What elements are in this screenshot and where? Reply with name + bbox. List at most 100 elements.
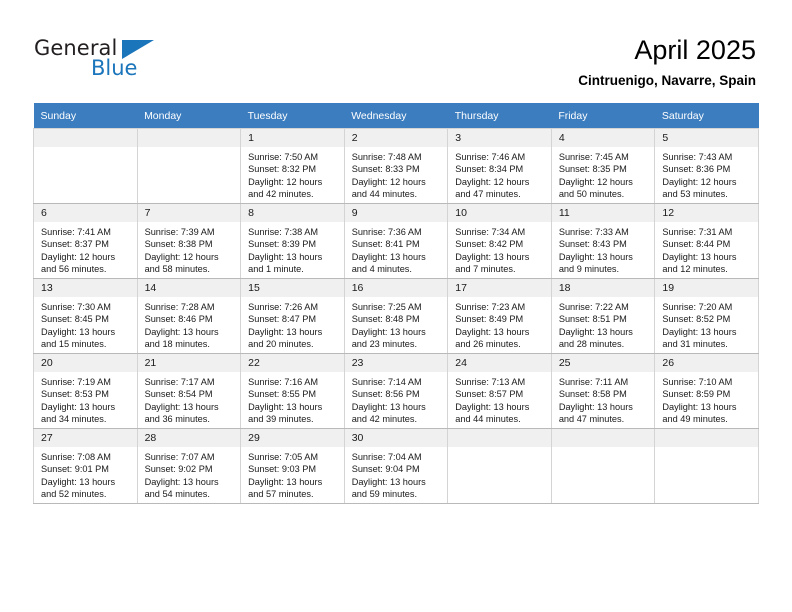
daylight-text-line1: Daylight: 13 hours [248, 326, 323, 337]
calendar-day-cell[interactable]: 19 Sunrise: 7:20 AM Sunset: 8:52 PM Dayligh… [654, 278, 759, 354]
day-number: 6 [34, 204, 137, 222]
daylight-text-line2: and 44 minutes. [455, 414, 521, 425]
calendar-day-cell-empty [136, 128, 242, 204]
day-details: Sunrise: 7:26 AM Sunset: 8:47 PM Daylight:… [241, 297, 344, 351]
calendar-day-cell[interactable]: 10 Sunrise: 7:34 AM Sunset: 8:42 PM Dayligh… [447, 203, 552, 279]
calendar-day-cell[interactable]: 7 Sunrise: 7:39 AM Sunset: 8:38 PM Daylight… [136, 203, 242, 279]
calendar-day-cell[interactable]: 13 Sunrise: 7:30 AM Sunset: 8:45 PM Dayligh… [33, 278, 138, 354]
sunset-text: Sunset: 9:03 PM [248, 464, 317, 475]
daylight-text-line2: and 23 minutes. [351, 339, 418, 350]
calendar-day-cell[interactable]: 1 Sunrise: 7:50 AM Sunset: 8:32 PM Daylight… [240, 128, 345, 204]
day-details: Sunrise: 7:17 AM Sunset: 8:54 PM Daylight:… [138, 372, 241, 426]
day-details: Sunrise: 7:46 AM Sunset: 8:34 PM Daylight:… [448, 147, 551, 201]
general-blue-logo[interactable]: General Blue [34, 38, 154, 84]
sunrise-text: Sunrise: 7:17 AM [144, 377, 215, 387]
calendar-day-cell[interactable]: 12 Sunrise: 7:31 AM Sunset: 8:44 PM Dayligh… [654, 203, 759, 279]
sunset-text: Sunset: 8:44 PM [662, 239, 731, 250]
calendar-day-cell[interactable]: 18 Sunrise: 7:22 AM Sunset: 8:51 PM Dayligh… [550, 278, 656, 354]
calendar-day-cell[interactable]: 26 Sunrise: 7:10 AM Sunset: 8:59 PM Dayligh… [654, 353, 759, 429]
day-number: 18 [551, 279, 655, 297]
day-number: 9 [344, 204, 448, 222]
calendar-day-cell[interactable]: 28 Sunrise: 7:07 AM Sunset: 9:02 PM Dayligh… [136, 428, 242, 504]
calendar-day-cell[interactable]: 24 Sunrise: 7:13 AM Sunset: 8:57 PM Dayligh… [447, 353, 552, 429]
calendar-day-cell[interactable]: 21 Sunrise: 7:17 AM Sunset: 8:54 PM Dayligh… [136, 353, 242, 429]
daylight-text-line1: Daylight: 12 hours [248, 176, 323, 187]
daylight-text-line2: and 34 minutes. [41, 414, 107, 425]
weekday-header-tuesday: Tuesday [240, 103, 345, 129]
calendar-day-cell[interactable]: 4 Sunrise: 7:45 AM Sunset: 8:35 PM Daylight… [550, 128, 656, 204]
daylight-text-line2: and 50 minutes. [558, 189, 625, 200]
calendar-body: 1 Sunrise: 7:50 AM Sunset: 8:32 PM Daylight… [33, 128, 759, 504]
daylight-text-line2: and 58 minutes. [144, 264, 210, 275]
calendar-day-cell[interactable]: 30 Sunrise: 7:04 AM Sunset: 9:04 PM Dayligh… [343, 428, 449, 504]
sunset-text: Sunset: 8:59 PM [662, 389, 731, 400]
calendar-day-cell[interactable]: 17 Sunrise: 7:23 AM Sunset: 8:49 PM Dayligh… [447, 278, 552, 354]
calendar-day-cell[interactable]: 20 Sunrise: 7:19 AM Sunset: 8:53 PM Dayligh… [33, 353, 138, 429]
calendar-day-cell[interactable]: 22 Sunrise: 7:16 AM Sunset: 8:55 PM Dayligh… [240, 353, 345, 429]
daylight-text-line1: Daylight: 13 hours [144, 401, 219, 412]
weekday-header-monday: Monday [137, 103, 241, 129]
daylight-text-line1: Daylight: 12 hours [144, 251, 219, 262]
daylight-text-line2: and 7 minutes. [455, 264, 516, 275]
calendar-day-cell[interactable]: 29 Sunrise: 7:05 AM Sunset: 9:03 PM Dayligh… [240, 428, 345, 504]
calendar-day-cell[interactable]: 11 Sunrise: 7:33 AM Sunset: 8:43 PM Dayligh… [550, 203, 656, 279]
logo-text-blue: Blue [91, 56, 138, 80]
sunrise-text: Sunrise: 7:11 AM [558, 377, 629, 387]
sunrise-text: Sunrise: 7:19 AM [41, 377, 111, 387]
calendar-day-cell[interactable]: 23 Sunrise: 7:14 AM Sunset: 8:56 PM Dayligh… [343, 353, 449, 429]
calendar-day-cell[interactable]: 16 Sunrise: 7:25 AM Sunset: 8:48 PM Dayligh… [343, 278, 449, 354]
day-details: Sunrise: 7:28 AM Sunset: 8:46 PM Daylight:… [138, 297, 241, 351]
daylight-text-line1: Daylight: 13 hours [558, 326, 633, 337]
day-details: Sunrise: 7:23 AM Sunset: 8:49 PM Daylight:… [448, 297, 551, 351]
day-number: 3 [448, 129, 551, 147]
day-number: 1 [241, 129, 344, 147]
day-number: 27 [34, 429, 137, 447]
day-details: Sunrise: 7:16 AM Sunset: 8:55 PM Daylight:… [241, 372, 344, 426]
calendar-day-cell[interactable]: 9 Sunrise: 7:36 AM Sunset: 8:41 PM Daylight… [343, 203, 449, 279]
calendar-day-cell[interactable]: 8 Sunrise: 7:38 AM Sunset: 8:39 PM Daylight… [240, 203, 345, 279]
sunset-text: Sunset: 8:37 PM [41, 239, 109, 250]
calendar-day-cell-empty [33, 128, 138, 204]
calendar-day-cell[interactable]: 6 Sunrise: 7:41 AM Sunset: 8:37 PM Daylight… [33, 203, 138, 279]
day-details: Sunrise: 7:13 AM Sunset: 8:57 PM Daylight:… [448, 372, 551, 426]
calendar-day-cell-empty [550, 428, 656, 504]
calendar-day-cell[interactable]: 2 Sunrise: 7:48 AM Sunset: 8:33 PM Daylight… [343, 128, 449, 204]
day-number [448, 429, 551, 447]
sunrise-text: Sunrise: 7:38 AM [248, 227, 319, 237]
page-title: April 2025 [634, 35, 756, 65]
calendar-day-cell[interactable]: 25 Sunrise: 7:11 AM Sunset: 8:58 PM Dayligh… [550, 353, 656, 429]
calendar-day-cell[interactable]: 15 Sunrise: 7:26 AM Sunset: 8:47 PM Dayligh… [240, 278, 345, 354]
sunset-text: Sunset: 8:41 PM [351, 239, 420, 250]
daylight-text-line2: and 52 minutes. [41, 489, 107, 500]
calendar-day-cell[interactable]: 27 Sunrise: 7:08 AM Sunset: 9:01 PM Dayligh… [33, 428, 138, 504]
daylight-text-line1: Daylight: 13 hours [351, 326, 426, 337]
daylight-text-line1: Daylight: 12 hours [662, 176, 737, 187]
daylight-text-line1: Daylight: 12 hours [558, 176, 633, 187]
sunrise-text: Sunrise: 7:33 AM [558, 227, 629, 237]
daylight-text-line2: and 12 minutes. [662, 264, 728, 275]
daylight-text-line1: Daylight: 13 hours [351, 476, 426, 487]
day-number: 10 [448, 204, 551, 222]
daylight-text-line2: and 47 minutes. [558, 414, 625, 425]
sunset-text: Sunset: 8:57 PM [455, 389, 524, 400]
sunrise-text: Sunrise: 7:13 AM [455, 377, 526, 387]
daylight-text-line2: and 31 minutes. [662, 339, 728, 350]
daylight-text-line1: Daylight: 12 hours [41, 251, 116, 262]
day-number: 13 [34, 279, 137, 297]
daylight-text-line1: Daylight: 13 hours [41, 326, 116, 337]
day-number: 5 [655, 129, 758, 147]
sunset-text: Sunset: 9:04 PM [351, 464, 420, 475]
calendar-day-cell[interactable]: 14 Sunrise: 7:28 AM Sunset: 8:46 PM Dayligh… [136, 278, 242, 354]
weekday-header-wednesday: Wednesday [344, 103, 448, 129]
day-number: 30 [344, 429, 448, 447]
weekday-header-sunday: Sunday [33, 103, 138, 129]
day-details: Sunrise: 7:20 AM Sunset: 8:52 PM Daylight:… [655, 297, 758, 351]
daylight-text-line1: Daylight: 13 hours [144, 326, 219, 337]
weekday-header-friday: Friday [551, 103, 655, 129]
day-details: Sunrise: 7:14 AM Sunset: 8:56 PM Daylight:… [345, 372, 448, 426]
calendar-day-cell[interactable]: 5 Sunrise: 7:43 AM Sunset: 8:36 PM Daylight… [654, 128, 759, 204]
sunrise-text: Sunrise: 7:04 AM [351, 452, 422, 462]
calendar-week-row: 1 Sunrise: 7:50 AM Sunset: 8:32 PM Daylight… [33, 128, 759, 204]
daylight-text-line2: and 57 minutes. [248, 489, 314, 500]
calendar-day-cell[interactable]: 3 Sunrise: 7:46 AM Sunset: 8:34 PM Daylight… [447, 128, 552, 204]
